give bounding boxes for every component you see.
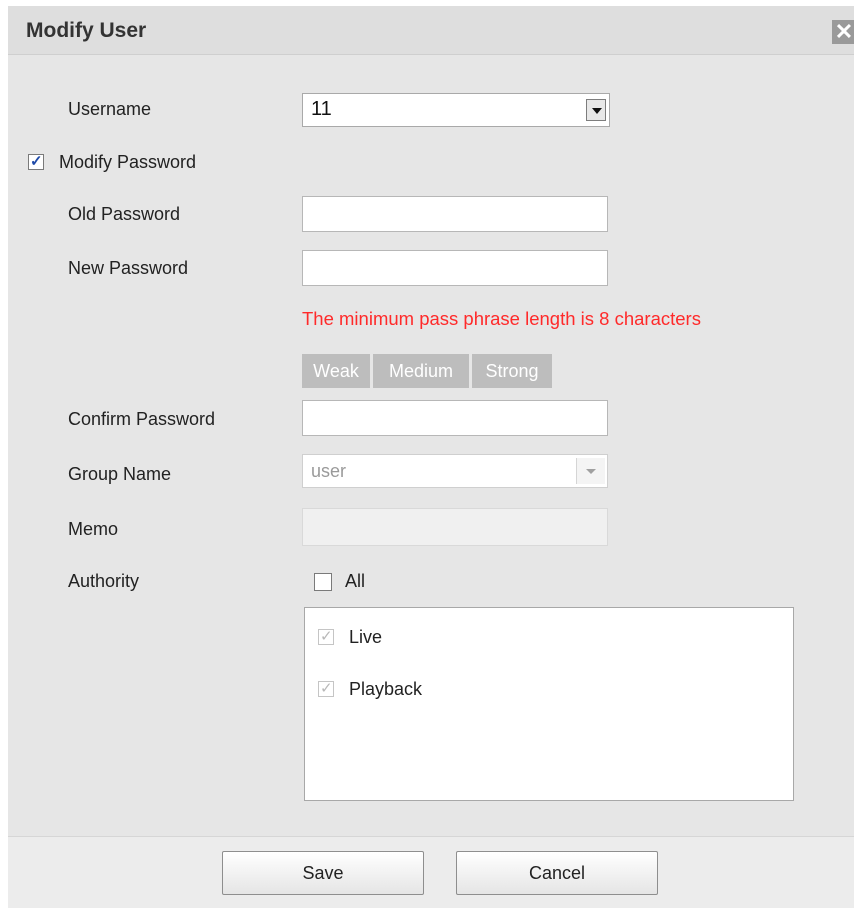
modify-password-label: Modify Password [59,152,197,172]
authority-label: Authority [68,571,140,591]
authority-playback-checkbox[interactable] [318,679,334,697]
group-name-value: user [311,461,347,481]
new-password-label: New Password [68,258,189,278]
authority-all-checkbox[interactable] [314,573,332,591]
username-value: 11 [311,98,332,120]
confirm-password-field[interactable] [302,400,608,436]
strength-strong: Strong [472,354,552,388]
new-password-field[interactable] [302,250,608,286]
strength-weak: Weak [302,354,370,388]
chevron-down-icon[interactable] [586,99,606,121]
save-button[interactable]: Save [222,851,424,895]
username-label: Username [68,99,152,119]
authority-playback-label: Playback [349,679,423,699]
dialog-titlebar: Modify User ✕ [8,6,854,55]
username-select[interactable]: 11 [302,93,610,127]
cancel-button[interactable]: Cancel [456,851,658,895]
group-name-select: user [302,454,608,488]
memo-field [302,508,608,546]
memo-label: Memo [68,519,119,539]
dialog-footer: Save Cancel [8,836,854,908]
old-password-field[interactable] [302,196,608,232]
authority-all-label: All [345,571,366,591]
chevron-down-icon [576,458,605,484]
modify-user-dialog: Modify User ✕ Username 11 Modify Passwor… [8,6,854,908]
authority-list[interactable]: Live Playback [304,607,794,801]
strength-medium: Medium [373,354,469,388]
password-length-hint: The minimum pass phrase length is 8 char… [302,308,701,329]
close-icon[interactable]: ✕ [832,20,854,44]
group-name-label: Group Name [68,464,172,484]
old-password-label: Old Password [68,204,181,224]
authority-live-checkbox[interactable] [318,627,334,645]
authority-live-label: Live [349,627,383,647]
confirm-password-label: Confirm Password [68,409,216,429]
dialog-title: Modify User [26,19,147,42]
modify-password-checkbox[interactable] [28,152,44,170]
password-strength-meter: Weak Medium Strong [302,354,552,388]
